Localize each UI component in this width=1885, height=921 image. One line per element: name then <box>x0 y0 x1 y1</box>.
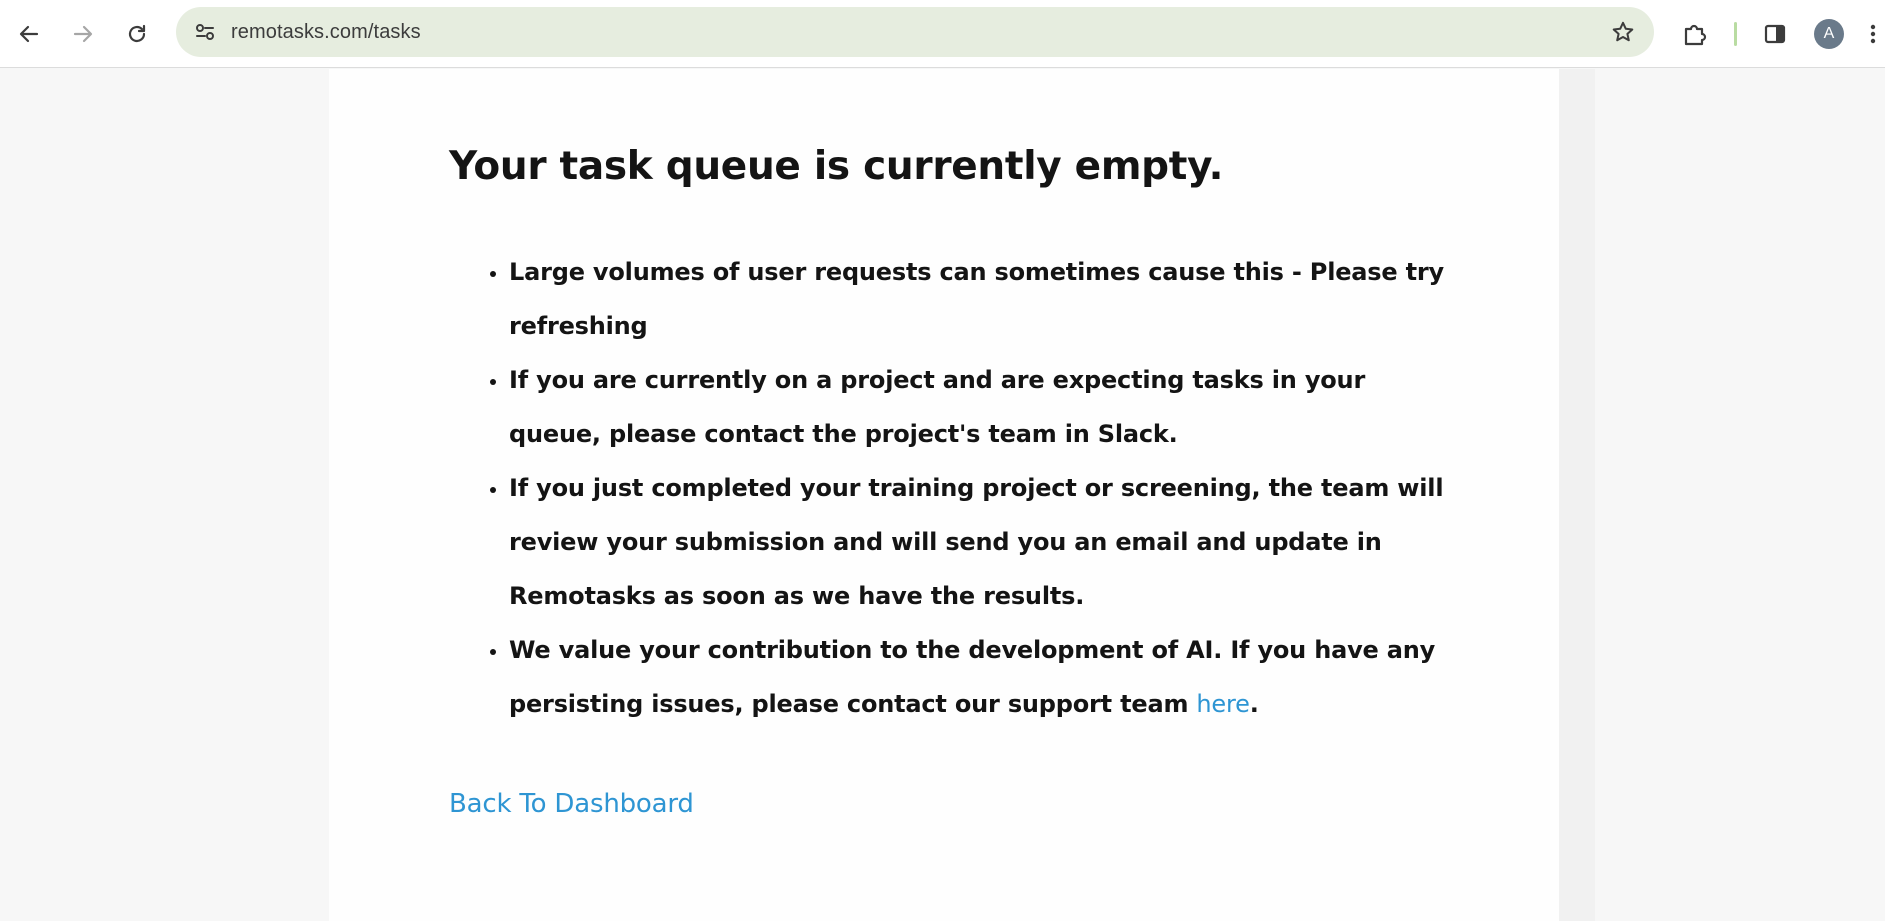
puzzle-icon <box>1684 24 1707 46</box>
extensions-button[interactable] <box>1675 14 1715 54</box>
tune-icon <box>196 24 214 40</box>
back-to-dashboard-link[interactable]: Back To Dashboard <box>449 789 694 819</box>
page-title: Your task queue is currently empty. <box>449 144 1224 189</box>
list-item: Large volumes of user requests can somet… <box>509 245 1449 353</box>
site-info-button[interactable] <box>188 15 222 49</box>
arrow-left-icon <box>19 25 39 43</box>
browser-toolbar: remotasks.com/tasks A <box>0 0 1885 68</box>
back-button[interactable] <box>9 14 49 54</box>
toolbar-divider <box>1734 22 1737 46</box>
list-item: If you just completed your training proj… <box>509 461 1449 623</box>
more-vert-icon <box>1870 24 1876 44</box>
list-item-suffix: . <box>1249 690 1259 718</box>
arrow-right-icon <box>73 25 93 43</box>
reload-icon <box>128 24 146 43</box>
reload-button[interactable] <box>117 14 157 54</box>
empty-queue-message: Your task queue is currently empty. Larg… <box>449 139 1449 819</box>
support-link[interactable]: here <box>1196 690 1249 718</box>
star-icon <box>1612 21 1634 42</box>
url-text[interactable]: remotasks.com/tasks <box>231 7 421 57</box>
list-item: We value your contribution to the develo… <box>509 623 1449 731</box>
side-panel-button[interactable] <box>1755 14 1795 54</box>
content-card: Your task queue is currently empty. Larg… <box>329 69 1559 921</box>
bookmark-button[interactable] <box>1606 15 1640 49</box>
side-panel-icon <box>1764 24 1786 44</box>
list-item: If you are currently on a project and ar… <box>509 353 1449 461</box>
address-bar[interactable]: remotasks.com/tasks <box>176 7 1654 57</box>
page-gutter <box>1559 69 1595 921</box>
notes-list: Large volumes of user requests can somet… <box>449 245 1449 731</box>
browser-menu-button[interactable] <box>1862 14 1884 54</box>
list-item-text: We value your contribution to the develo… <box>509 636 1436 718</box>
forward-button[interactable] <box>63 14 103 54</box>
profile-avatar[interactable]: A <box>1814 19 1844 49</box>
page-viewport: Your task queue is currently empty. Larg… <box>0 69 1885 921</box>
